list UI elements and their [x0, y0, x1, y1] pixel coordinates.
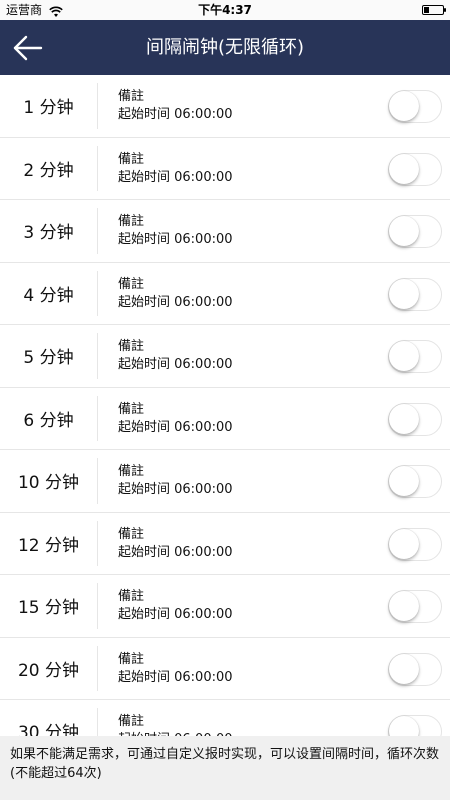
alarm-row[interactable]: 10 分钟 備註起始时间 06:00:00 [0, 450, 450, 513]
footer-hint: 如果不能满足需求，可通过自定义报时实现，可以设置间隔时间，循环次数(不能超过64… [0, 736, 450, 800]
alarm-start-time: 起始时间 06:00:00 [118, 169, 233, 185]
nav-bar: 间隔闹钟(无限循环) [0, 20, 450, 75]
alarm-list[interactable]: 1 分钟 備註 起始时间 06:00:00 2 分钟 備註 起始时间 06:00:00 3 … [0, 75, 450, 736]
alarm-note: 備註 [118, 651, 145, 667]
alarm-toggle[interactable] [388, 652, 442, 686]
alarm-start-time: 起始时间 06:00:00 [118, 419, 233, 435]
row-divider [97, 83, 98, 129]
alarm-row[interactable]: 30 分钟備註起始时间 06:00:00 [0, 700, 450, 736]
alarm-interval: 5 分钟 [23, 348, 74, 369]
alarm-toggle[interactable] [388, 340, 442, 373]
toggle-knob [389, 278, 419, 309]
row-divider [97, 208, 98, 254]
toggle-knob [389, 653, 419, 684]
status-bar: 运营商 下午4:37 [0, 0, 450, 20]
alarm-note: 備註 [118, 151, 145, 167]
alarm-interval: 10 分钟 [17, 473, 80, 494]
row-divider [97, 645, 98, 691]
alarm-row[interactable]: 5 分钟 備註起始时间 06:00:00 [0, 325, 450, 388]
alarm-interval: 6 分钟 [23, 410, 74, 431]
alarm-interval: 4 分钟 [23, 285, 74, 306]
alarm-toggle[interactable] [388, 215, 442, 248]
alarm-row[interactable]: 6 分钟 備註起始时间 06:00:00 [0, 388, 450, 450]
alarm-toggle[interactable] [388, 465, 442, 498]
alarm-note: 備註 [118, 276, 145, 292]
row-divider [97, 395, 98, 441]
row-divider [97, 708, 98, 736]
alarm-row[interactable]: 3 分钟 備註起始时间 06:00:00 [0, 200, 450, 263]
row-divider [97, 270, 98, 316]
toggle-knob [389, 216, 419, 246]
toggle-knob [389, 403, 419, 434]
page-title: 间隔闹钟(无限循环) [145, 37, 305, 58]
alarm-note: 備註 [118, 339, 145, 354]
row-divider [97, 145, 98, 191]
alarm-interval: 2 分钟 [23, 160, 74, 181]
battery-fill [424, 7, 429, 13]
alarm-start-time: 起始时间 06:00:00 [118, 482, 233, 497]
alarm-start-time: 起始时间 06:00:00 [118, 669, 233, 685]
alarm-toggle[interactable] [388, 90, 442, 123]
alarm-start-time: 起始时间 06:00:00 [118, 607, 233, 622]
alarm-start-time: 起始时间 06:00:00 [118, 232, 233, 247]
alarm-note: 備註 [118, 714, 145, 729]
alarm-interval: 15 分钟 [17, 598, 80, 619]
alarm-toggle[interactable] [388, 277, 442, 311]
alarm-row[interactable]: 20 分钟 備註起始时间 06:00:00 [0, 638, 450, 700]
alarm-toggle[interactable] [388, 715, 442, 736]
toggle-knob [389, 528, 419, 559]
alarm-start-time: 起始时间 06:00:00 [118, 544, 233, 560]
back-arrow-icon [13, 35, 43, 61]
toggle-knob [389, 153, 419, 184]
toggle-knob [389, 341, 419, 371]
alarm-toggle[interactable] [388, 402, 442, 436]
alarm-note: 備註 [118, 589, 145, 604]
alarm-toggle[interactable] [388, 527, 442, 561]
alarm-toggle[interactable] [388, 590, 442, 623]
alarm-note: 備註 [118, 464, 145, 479]
alarm-note: 備註 [118, 401, 145, 417]
alarm-row[interactable]: 12 分钟 備註起始时间 06:00:00 [0, 513, 450, 575]
alarm-start-time: 起始时间 06:00:00 [118, 107, 233, 122]
alarm-row[interactable]: 1 分钟 備註起始时间 06:00:00 [0, 75, 450, 138]
toggle-knob [389, 591, 419, 621]
toggle-knob [389, 716, 419, 736]
alarm-row[interactable]: 4 分钟 備註起始时间 06:00:00 [0, 263, 450, 325]
row-divider [97, 333, 98, 379]
alarm-toggle[interactable] [388, 152, 442, 186]
alarm-interval: 30 分钟 [17, 723, 80, 736]
alarm-interval: 12 分钟 [17, 535, 80, 556]
alarm-interval: 20 分钟 [17, 660, 80, 681]
alarm-note: 備註 [118, 526, 145, 542]
alarm-start-time: 起始时间 06:00:00 [118, 357, 233, 372]
alarm-row[interactable]: 2 分钟 備註起始时间 06:00:00 [0, 138, 450, 200]
alarm-interval: 1 分钟 [23, 98, 74, 119]
row-divider [97, 520, 98, 566]
alarm-row[interactable]: 15 分钟 備註起始时间 06:00:00 [0, 575, 450, 638]
alarm-start-time: 起始时间 06:00:00 [118, 294, 233, 310]
alarm-note: 備註 [118, 89, 145, 104]
toggle-knob [389, 466, 419, 496]
alarm-interval: 3 分钟 [23, 223, 74, 244]
row-divider [97, 458, 98, 504]
toggle-knob [389, 91, 419, 121]
alarm-note: 備註 [118, 214, 145, 229]
status-time: 下午4:37 [198, 3, 252, 17]
row-divider [97, 583, 98, 629]
battery-icon [422, 5, 446, 15]
back-button[interactable] [6, 26, 50, 70]
status-right [422, 0, 446, 20]
